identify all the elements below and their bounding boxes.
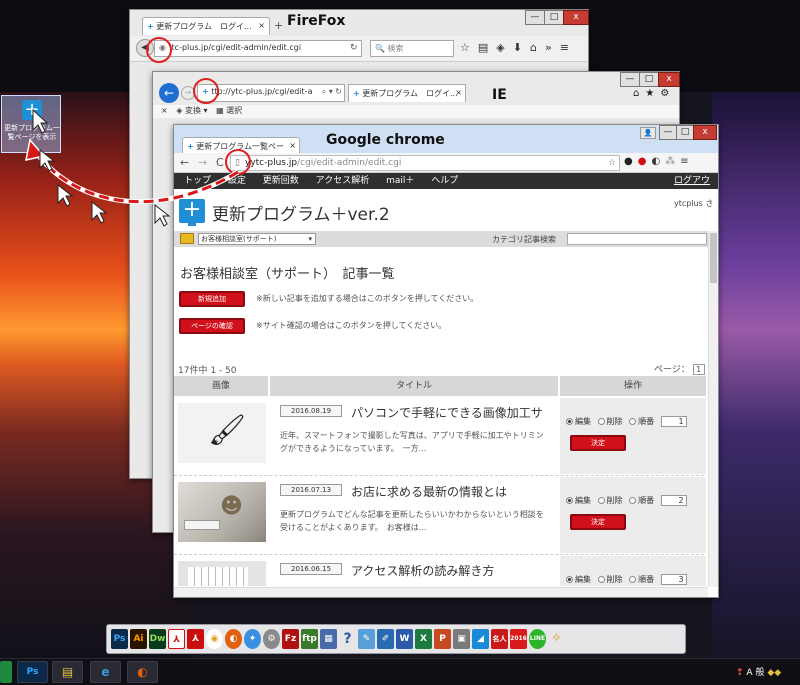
filezilla-icon[interactable]: Fz [282,629,299,649]
acrobat-reader-icon[interactable]: ⅄ [187,629,204,649]
edit-icon[interactable]: ✐ [377,629,394,649]
cursor-ghost [154,203,171,227]
camera-icon[interactable]: ▣ [453,629,470,649]
calendar-icon[interactable]: 2016 [510,629,527,649]
line-icon[interactable]: LINE [529,629,546,649]
tray-notify-icon[interactable]: ❢ [736,668,744,678]
docs-icon[interactable]: ✎ [358,629,375,649]
word-icon[interactable]: W [396,629,413,649]
ruler-icon[interactable]: ◢ [472,629,489,649]
ftp-icon[interactable]: ftp [301,629,318,649]
drag-arrow [25,108,240,227]
cursor-ghost [91,200,108,224]
illustrator-icon[interactable]: Ai [130,629,147,649]
apps-icon[interactable]: ▦ [320,629,337,649]
taskbar-ie-icon[interactable]: e [90,661,121,683]
ime-indicator[interactable]: A 般 [746,668,764,678]
help-icon[interactable]: ? [339,629,356,649]
cursor-ghost [57,183,74,207]
settings-icon[interactable]: ⚙ [263,629,280,649]
safari-icon[interactable]: ✦ [244,629,261,649]
app-dock: Ps Ai Dw ⅄ ⅄ ◉ ◐ ✦ ⚙ Fz ftp ▦ ? ✎ ✐ W X … [106,624,686,654]
excel-icon[interactable]: X [415,629,432,649]
magic-wand-icon[interactable]: ✧ [548,629,565,649]
taskbar-explorer-icon[interactable]: ▤ [52,661,83,683]
tray-icons[interactable]: ◆◆ [767,668,781,678]
system-tray: ❢ A 般 ◆◆ [736,665,781,678]
taskbar-photoshop-icon[interactable]: Ps [17,661,48,683]
photoshop-icon[interactable]: Ps [111,629,128,649]
dreamweaver-icon[interactable]: Dw [149,629,166,649]
cursor-pointer [32,108,49,134]
start-button[interactable] [0,661,12,683]
taskbar-firefox-icon[interactable]: ◐ [127,661,158,683]
chrome-icon[interactable]: ◉ [206,629,223,649]
meishi-icon[interactable]: 名人 [491,629,508,649]
acrobat-icon[interactable]: ⅄ [168,629,185,649]
powerpoint-icon[interactable]: P [434,629,451,649]
firefox-icon[interactable]: ◐ [225,629,242,649]
cursor-ghost [39,148,56,172]
